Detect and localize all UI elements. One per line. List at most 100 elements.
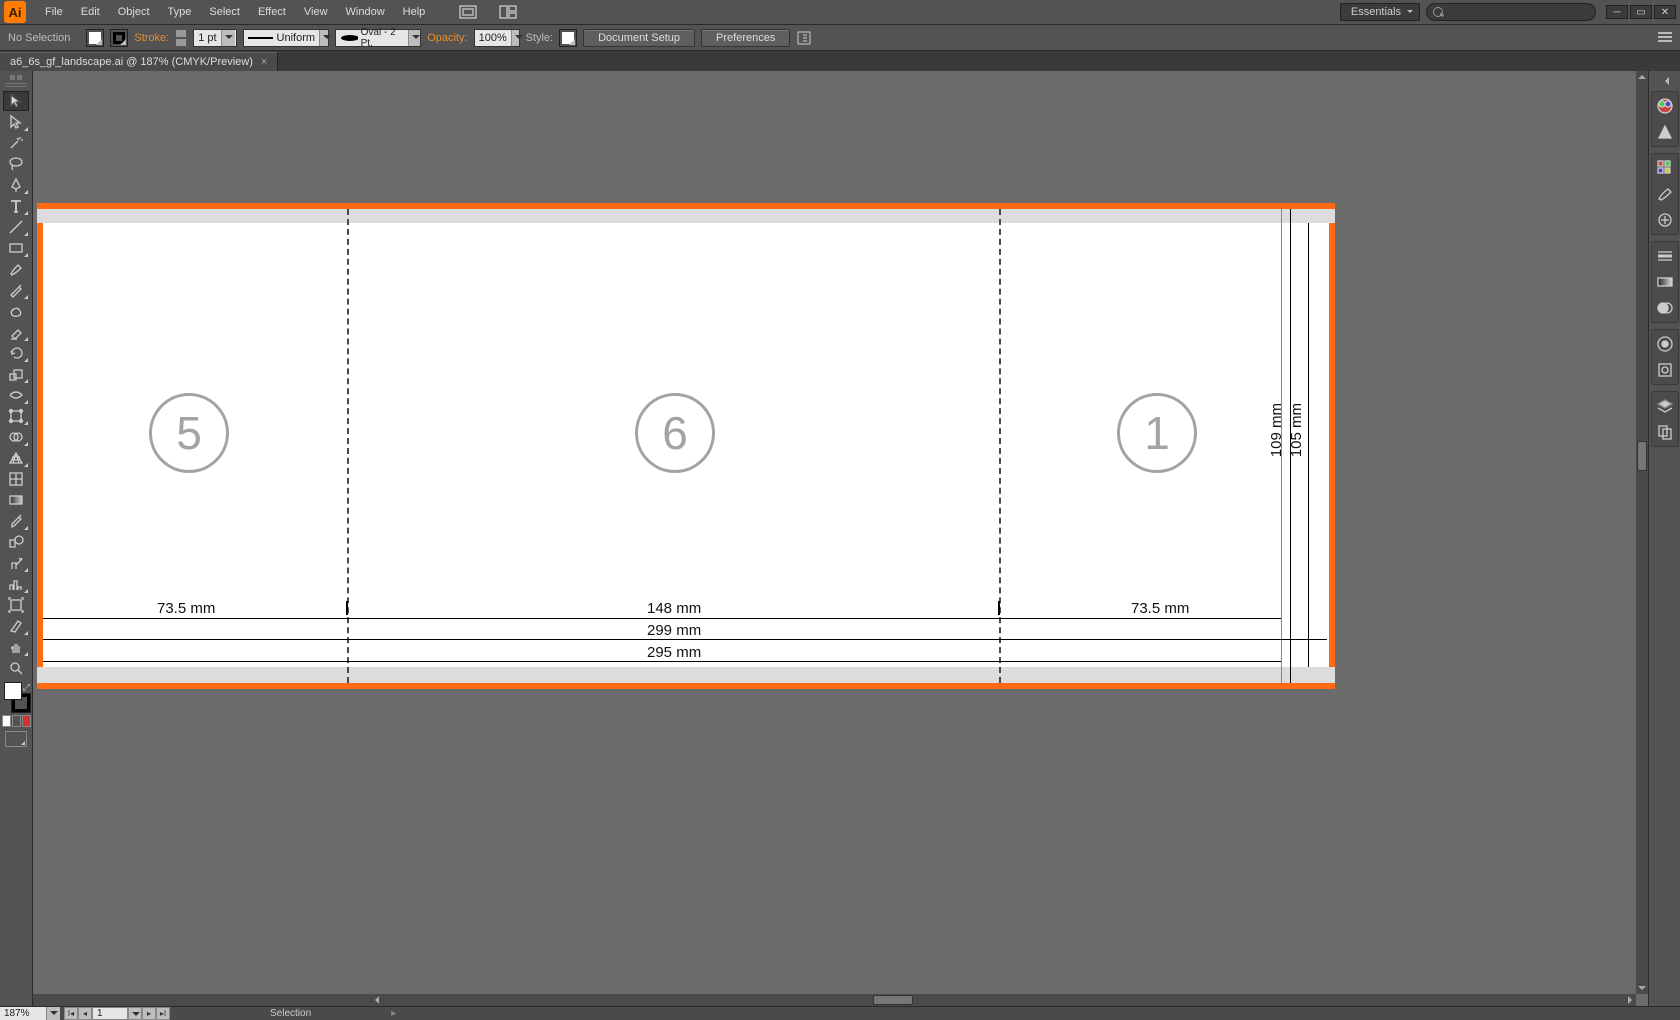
graphic-styles-panel-icon[interactable] [1654,360,1676,380]
mesh-tool[interactable] [3,469,29,489]
zoom-field[interactable]: 187% [0,1007,46,1020]
transparency-panel-icon[interactable] [1654,298,1676,318]
blob-brush-tool[interactable] [3,301,29,321]
screen-mode-button[interactable] [5,731,27,747]
color-guide-panel-icon[interactable] [1654,122,1676,142]
window-maximize-button[interactable]: ▭ [1630,5,1652,19]
menu-file[interactable]: File [36,0,72,25]
status-menu-icon[interactable]: ▸ [391,1008,396,1019]
appearance-panel-icon[interactable] [1654,334,1676,354]
stroke-swatch[interactable] [110,29,128,47]
eraser-tool[interactable] [3,322,29,342]
vertical-scrollbar[interactable] [1636,71,1648,994]
dimension-label: 148 mm [647,600,701,617]
stroke-weight-field[interactable]: 1 pt [193,29,237,47]
draw-mode-buttons[interactable] [2,715,31,727]
selection-status: No Selection [8,32,70,44]
magic-wand-tool[interactable] [3,133,29,153]
menu-help[interactable]: Help [394,0,435,25]
opacity-field[interactable]: 100% [474,29,520,47]
selection-tool[interactable] [3,91,29,111]
slice-tool[interactable] [3,616,29,636]
canvas[interactable]: 5 6 1 73.5 mm 148 mm 73.5 mm 299 mm 295 … [33,71,1636,994]
arrange-docs-button[interactable] [494,3,522,21]
type-tool[interactable] [3,196,29,216]
artboard-dropdown[interactable] [128,1007,142,1020]
gradient-panel-icon[interactable] [1654,272,1676,292]
style-label: Style: [526,32,554,44]
shape-builder-tool[interactable] [3,427,29,447]
status-tool-label: Selection [270,1008,311,1019]
artboard-number-field[interactable]: 1 [92,1007,128,1020]
align-to-button[interactable] [796,29,816,47]
artboards-panel-icon[interactable] [1654,422,1676,442]
panel-number: 5 [149,393,229,473]
zoom-tool[interactable] [3,658,29,678]
hand-tool[interactable] [3,637,29,657]
line-tool[interactable] [3,217,29,237]
layers-panel-icon[interactable] [1654,396,1676,416]
paintbrush-tool[interactable] [3,259,29,279]
rotate-tool[interactable] [3,343,29,363]
stroke-panel-icon[interactable] [1654,246,1676,266]
opacity-label: Opacity: [427,32,467,44]
graphic-style-swatch[interactable] [559,29,577,47]
color-panel-icon[interactable] [1654,96,1676,116]
brush-definition[interactable]: Oval - 2 Pt. [335,29,421,47]
artboard-tool[interactable] [3,595,29,615]
menu-type[interactable]: Type [159,0,201,25]
fill-stroke-control[interactable]: ⤢ [2,682,30,712]
column-graph-tool[interactable] [3,574,29,594]
horizontal-scrollbar[interactable] [33,994,1636,1006]
menu-edit[interactable]: Edit [72,0,109,25]
toolbox: ⤢ [0,71,33,1006]
variable-width-profile[interactable]: Uniform [243,29,329,47]
artboard-first-button[interactable]: I◂ [64,1007,78,1020]
rectangle-tool[interactable] [3,238,29,258]
control-bar-menu-icon[interactable] [1650,31,1672,45]
symbols-panel-icon[interactable] [1654,210,1676,230]
pen-tool[interactable] [3,175,29,195]
eyedropper-tool[interactable] [3,511,29,531]
menu-object[interactable]: Object [109,0,159,25]
symbol-sprayer-tool[interactable] [3,553,29,573]
dock-collapse-icon[interactable] [1660,77,1670,85]
toolbox-drag-grip[interactable] [5,83,27,89]
toolbox-collapse-grip[interactable] [2,73,30,81]
menu-effect[interactable]: Effect [249,0,295,25]
window-close-button[interactable]: ✕ [1654,5,1676,19]
artboard-last-button[interactable]: ▸I [156,1007,170,1020]
menu-select[interactable]: Select [200,0,249,25]
brushes-panel-icon[interactable] [1654,184,1676,204]
zoom-dropdown[interactable] [46,1007,60,1020]
dimension-label: 73.5 mm [157,600,215,617]
artboard-prev-button[interactable]: ◂ [78,1007,92,1020]
panel-dock [1648,71,1680,1006]
bridge-button[interactable] [454,3,482,21]
lasso-tool[interactable] [3,154,29,174]
panel-number: 1 [1117,393,1197,473]
gradient-tool[interactable] [3,490,29,510]
width-tool[interactable] [3,385,29,405]
document-tab[interactable]: a6_6s_gf_landscape.ai @ 187% (CMYK/Previ… [0,52,278,71]
scale-tool[interactable] [3,364,29,384]
fill-swatch[interactable] [86,29,104,47]
perspective-grid-tool[interactable] [3,448,29,468]
close-tab-icon[interactable]: × [261,56,267,68]
document-setup-button[interactable]: Document Setup [583,29,695,47]
direct-selection-tool[interactable] [3,112,29,132]
preferences-button[interactable]: Preferences [701,29,790,47]
swatches-panel-icon[interactable] [1654,158,1676,178]
menu-view[interactable]: View [295,0,337,25]
search-input[interactable] [1426,3,1596,21]
pencil-tool[interactable] [3,280,29,300]
blend-tool[interactable] [3,532,29,552]
window-minimize-button[interactable]: ─ [1606,5,1628,19]
workspace-switcher[interactable]: Essentials [1340,3,1420,21]
menu-window[interactable]: Window [337,0,394,25]
stroke-label: Stroke: [134,32,169,44]
artboard-next-button[interactable]: ▸ [142,1007,156,1020]
dimension-label: 73.5 mm [1131,600,1189,617]
free-transform-tool[interactable] [3,406,29,426]
stroke-weight-stepper[interactable] [175,29,187,47]
